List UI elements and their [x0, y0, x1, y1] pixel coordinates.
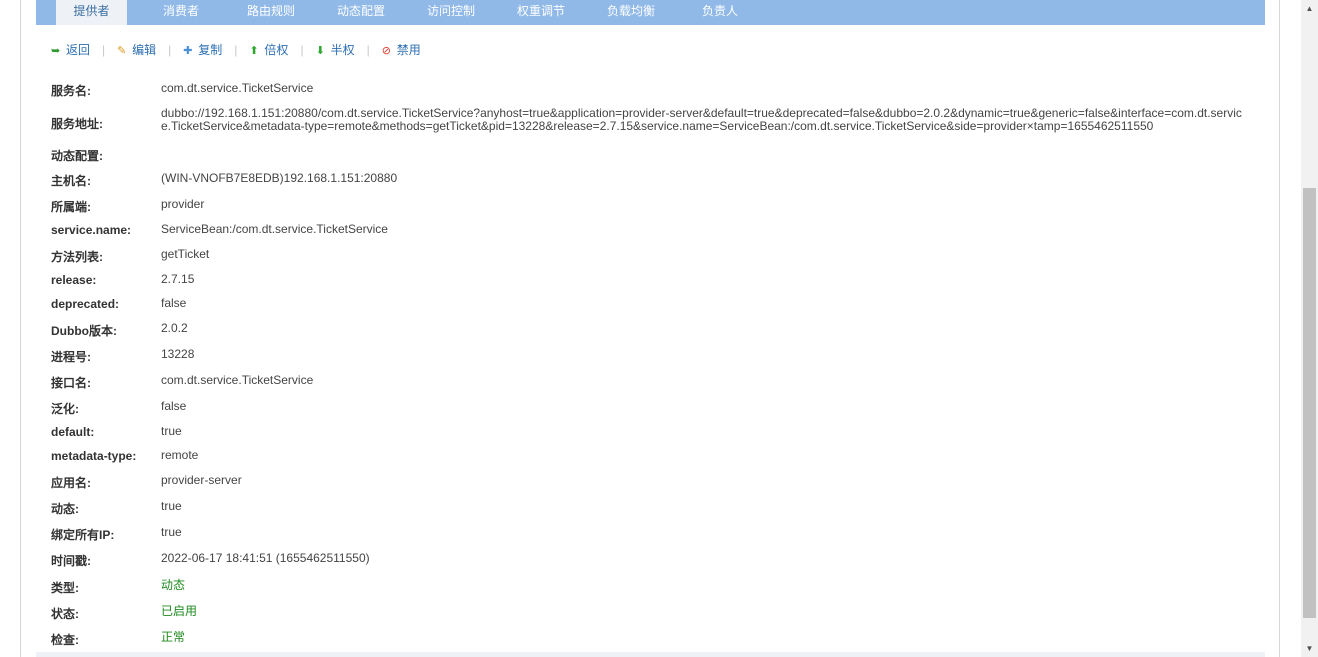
toolbar-separator: |: [366, 43, 370, 57]
tab-owners[interactable]: 负责人: [688, 0, 752, 25]
copy-icon: ✚: [183, 45, 193, 57]
status-value: 正常: [161, 630, 186, 644]
copy-label: 复制: [198, 43, 223, 57]
scroll-up-arrow-icon[interactable]: ▲: [1301, 0, 1318, 17]
detail-label: 接口名:: [51, 376, 91, 390]
detail-label: 主机名:: [51, 174, 91, 188]
toolbar-separator: |: [102, 43, 106, 57]
detail-label: release:: [51, 273, 97, 287]
detail-label: Dubbo版本:: [51, 324, 117, 338]
double-weight-label: 倍权: [264, 43, 289, 57]
toolbar-separator: |: [168, 43, 172, 57]
back-button[interactable]: ➥ 返回: [51, 40, 90, 61]
detail-label: 应用名:: [51, 476, 91, 490]
vertical-scrollbar[interactable]: ▲ ▼: [1301, 0, 1318, 657]
toolbar-separator: |: [234, 43, 238, 57]
detail-value: dubbo://192.168.1.151:20880/com.dt.servi…: [161, 106, 1242, 133]
detail-label: 类型:: [51, 581, 79, 595]
detail-value: (WIN-VNOFB7E8EDB)192.168.1.151:20880: [161, 171, 398, 185]
scrollbar-thumb[interactable]: [1303, 188, 1316, 618]
detail-value: provider-server: [161, 473, 242, 487]
detail-label: 进程号:: [51, 350, 91, 364]
content-bottom-band: [36, 652, 1265, 657]
detail-label: 动态:: [51, 502, 79, 516]
tab-weight[interactable]: 权重调节: [504, 0, 578, 25]
detail-value: remote: [161, 448, 199, 462]
action-toolbar: ➥ 返回 | ✎ 编辑 | ✚ 复制 | ⬆ 倍权 | ⬇ 半权 | ⊘ 禁用: [51, 40, 421, 60]
detail-value: 13228: [161, 347, 195, 361]
detail-value: false: [161, 399, 187, 413]
edit-label: 编辑: [132, 43, 157, 57]
detail-label: service.name:: [51, 223, 132, 237]
tab-routes[interactable]: 路由规则: [234, 0, 308, 25]
half-weight-button[interactable]: ⬇ 半权: [316, 40, 355, 61]
detail-label: metadata-type:: [51, 449, 137, 463]
detail-label: 服务名:: [51, 84, 91, 98]
detail-value: 2.0.2: [161, 321, 188, 335]
tab-load-balance[interactable]: 负载均衡: [594, 0, 668, 25]
detail-value: ServiceBean:/com.dt.service.TicketServic…: [161, 222, 388, 236]
detail-value: getTicket: [161, 247, 210, 261]
detail-value: true: [161, 525, 182, 539]
detail-label: 泛化:: [51, 402, 79, 416]
tab-providers[interactable]: 提供者: [56, 0, 127, 25]
detail-value: true: [161, 499, 182, 513]
tab-consumers[interactable]: 消费者: [146, 0, 216, 25]
scroll-down-arrow-icon[interactable]: ▼: [1301, 640, 1318, 657]
double-weight-button[interactable]: ⬆ 倍权: [249, 40, 288, 61]
tab-access-control[interactable]: 访问控制: [414, 0, 488, 25]
detail-label: 所属端:: [51, 200, 91, 214]
back-label: 返回: [66, 43, 91, 57]
detail-label: 绑定所有IP:: [51, 528, 115, 542]
tab-bar: 提供者 消费者 路由规则 动态配置 访问控制 权重调节 负载均衡 负责人: [36, 0, 1265, 25]
detail-label: default:: [51, 425, 95, 439]
edit-icon: ✎: [117, 45, 127, 57]
back-icon: ➥: [51, 45, 61, 57]
arrow-up-icon: ⬆: [249, 45, 259, 57]
ban-icon: ⊘: [381, 45, 391, 57]
disable-label: 禁用: [396, 43, 421, 57]
detail-value: true: [161, 424, 182, 438]
detail-value: com.dt.service.TicketService: [161, 373, 314, 387]
copy-button[interactable]: ✚ 复制: [183, 40, 222, 61]
half-weight-label: 半权: [330, 43, 355, 57]
detail-value: 2.7.15: [161, 272, 195, 286]
detail-label: 方法列表:: [51, 250, 103, 264]
detail-value: 2022-06-17 18:41:51 (1655462511550): [161, 551, 370, 565]
edit-button[interactable]: ✎ 编辑: [117, 40, 156, 61]
detail-value: com.dt.service.TicketService: [161, 81, 314, 95]
arrow-down-icon: ⬇: [315, 45, 325, 57]
tab-dynamic-config[interactable]: 动态配置: [324, 0, 398, 25]
detail-label: 时间戳:: [51, 554, 91, 568]
status-value: 动态: [161, 578, 186, 592]
status-value: 已启用: [161, 604, 198, 618]
detail-value: false: [161, 296, 187, 310]
toolbar-separator: |: [300, 43, 304, 57]
detail-label: 动态配置:: [51, 149, 103, 163]
detail-label: deprecated:: [51, 297, 120, 311]
detail-label: 状态:: [51, 607, 79, 621]
detail-label: 检查:: [51, 633, 79, 647]
disable-button[interactable]: ⊘ 禁用: [382, 40, 421, 61]
detail-label: 服务地址:: [51, 117, 103, 131]
detail-value: provider: [161, 197, 205, 211]
